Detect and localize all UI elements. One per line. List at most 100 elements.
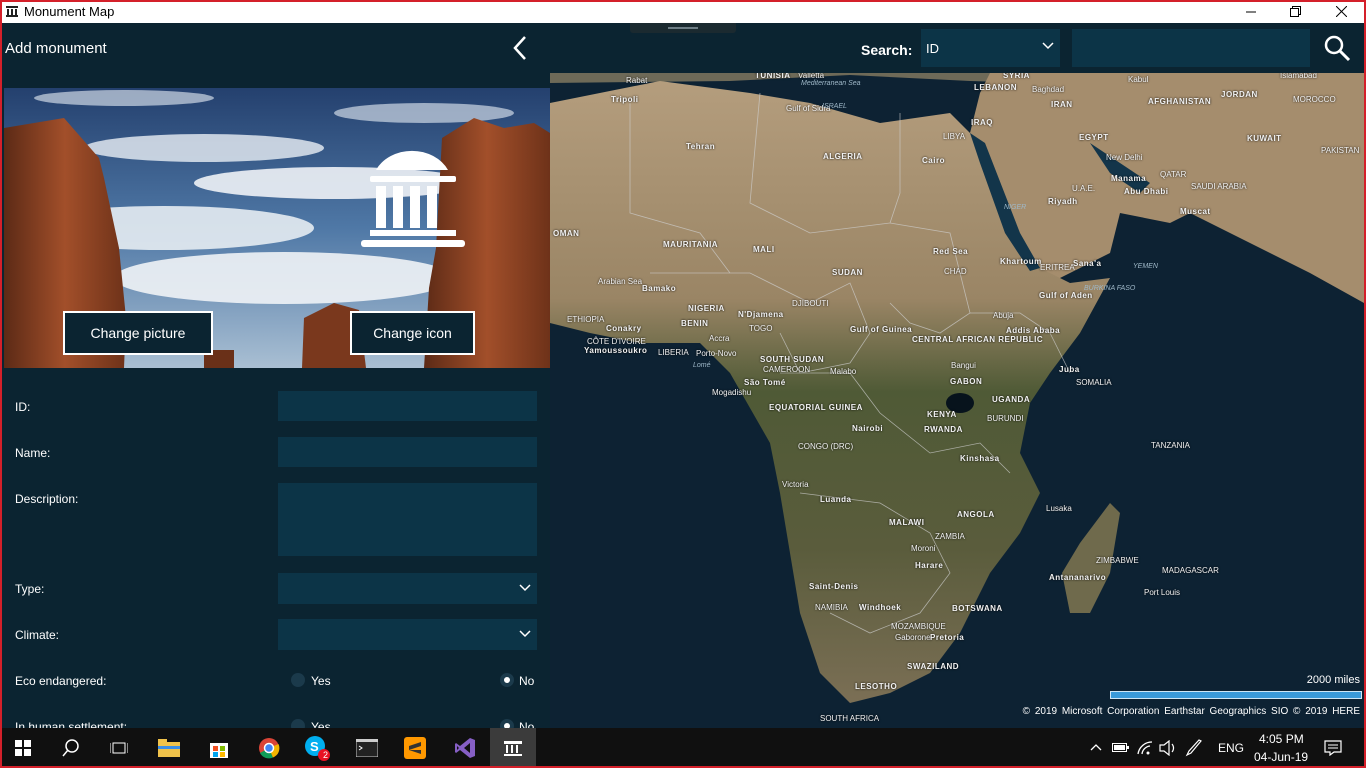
map-place-label: NAMIBIA (815, 603, 848, 612)
map-place-label: BENIN (681, 319, 709, 328)
volume-icon[interactable] (1159, 740, 1177, 756)
input-language[interactable]: ENG (1218, 741, 1244, 755)
map-place-label: ANGOLA (957, 510, 995, 519)
name-label: Name: (15, 446, 51, 460)
map-place-label: TUNISIA (755, 73, 791, 80)
map-place-label: ERITREA (1040, 263, 1075, 272)
map-place-label: Islamabad (1280, 73, 1317, 80)
action-center-icon[interactable] (1324, 740, 1342, 756)
search-icon[interactable] (1322, 33, 1352, 63)
map-place-label: KUWAIT (1247, 134, 1282, 143)
map-place-label: Malabo (830, 367, 857, 376)
minimize-icon (1246, 11, 1256, 12)
monument-map-taskbar-button[interactable] (490, 728, 536, 768)
settlement-no-radio[interactable] (500, 719, 514, 728)
map-place-label: Victoria (782, 480, 809, 489)
chrome-button[interactable] (246, 728, 292, 768)
climate-dropdown[interactable] (278, 619, 537, 650)
id-input[interactable] (278, 391, 537, 421)
chevron-up-icon[interactable] (1090, 742, 1102, 752)
map-place-label: Mogadishu (712, 388, 752, 397)
human-settlement-label: In human settlement: (15, 720, 128, 728)
eco-yes-label: Yes (311, 674, 331, 688)
name-input[interactable] (278, 437, 537, 467)
map-place-label: SUDAN (832, 268, 863, 277)
map-place-label: Gulf of Aden (1039, 291, 1093, 300)
map-place-label: BURUNDI (987, 414, 1024, 423)
settlement-yes-radio[interactable] (291, 719, 305, 728)
skype-button[interactable]: S 2 (294, 728, 340, 768)
start-button[interactable] (0, 728, 46, 768)
map-place-label: LEBANON (974, 83, 1018, 92)
map-place-label: SOUTH AFRICA (820, 714, 880, 723)
task-view-icon (110, 742, 128, 754)
change-picture-button[interactable]: Change picture (63, 311, 213, 355)
window-title: Monument Map (24, 4, 115, 19)
map-place-label: Red Sea (933, 247, 969, 256)
map-copyright: © 2019 Microsoft Corporation Earthstar G… (1022, 706, 1360, 717)
monument-app-icon (6, 6, 18, 17)
map-place-label: ALGERIA (823, 152, 863, 161)
map-place-label: U.A.E. (1072, 184, 1096, 193)
satellite-map[interactable]: TUNISIA Valletta SYRIA Rabat Mediterrane… (550, 73, 1364, 728)
clock-time[interactable]: 4:05 PM (1259, 732, 1304, 746)
chevron-down-icon (1042, 42, 1054, 50)
map-place-label: Conakry (606, 324, 642, 333)
pen-ink-icon[interactable] (1185, 739, 1203, 757)
maximize-button[interactable] (1272, 0, 1318, 23)
search-label: Search: (861, 42, 913, 58)
taskbar-search-button[interactable] (48, 728, 94, 768)
map-place-label: SAUDI ARABIA (1191, 182, 1247, 191)
eco-yes-radio[interactable] (291, 673, 305, 687)
map-place-label: ISRAEL (822, 103, 847, 110)
description-input[interactable] (278, 483, 537, 556)
settlement-no-label: No (519, 720, 535, 728)
map-place-label: LIBYA (943, 132, 966, 141)
description-label: Description: (15, 492, 79, 506)
map-place-label: Windhoek (859, 603, 902, 612)
map-place-label: Kinshasa (960, 454, 1000, 463)
back-chevron-icon[interactable] (510, 35, 532, 61)
map-place-label: LIBERIA (658, 348, 689, 357)
search-field-dropdown[interactable]: ID (921, 29, 1060, 67)
clock-date[interactable]: 04-Jun-19 (1254, 750, 1308, 764)
map-place-label: MADAGASCAR (1162, 566, 1219, 575)
store-button[interactable] (196, 728, 242, 768)
restore-icon (1289, 6, 1301, 17)
svg-text:S: S (310, 739, 319, 754)
map-place-label: Gaborone (895, 633, 931, 642)
map-place-label: DJIBOUTI (792, 299, 829, 308)
map-place-label: OMAN (553, 229, 580, 238)
map-place-label: MOROCCO (1293, 95, 1336, 104)
map-place-label: Rabat (626, 76, 648, 85)
close-button[interactable] (1318, 0, 1364, 23)
file-explorer-button[interactable] (146, 728, 192, 768)
map-place-label: CONGO (DRC) (798, 442, 854, 451)
map-place-label: Moroni (911, 544, 936, 553)
search-input[interactable] (1072, 29, 1310, 67)
battery-icon[interactable] (1112, 741, 1130, 753)
map-place-label: Port Louis (1144, 588, 1181, 597)
map-place-label: Baghdad (1032, 85, 1065, 94)
pane-drag-handle[interactable] (630, 23, 736, 33)
type-dropdown[interactable] (278, 573, 537, 604)
map-place-label: Gulf of Guinea (850, 325, 913, 334)
map-place-label: Juba (1059, 365, 1080, 374)
map-place-label: Lusaka (1046, 504, 1072, 513)
eco-endangered-label: Eco endangered: (15, 674, 107, 688)
map-place-label: Bangui (951, 361, 976, 370)
sublime-text-button[interactable] (392, 728, 438, 768)
visual-studio-button[interactable] (442, 728, 488, 768)
map-place-label: Saint-Denis (809, 582, 859, 591)
wifi-icon[interactable] (1136, 740, 1154, 756)
change-icon-button[interactable]: Change icon (350, 311, 475, 355)
minimize-button[interactable] (1228, 0, 1274, 23)
terminal-button[interactable] (344, 728, 390, 768)
close-icon (1335, 6, 1347, 17)
visual-studio-icon (455, 738, 475, 758)
title-bar[interactable]: Monument Map (0, 0, 1366, 23)
task-view-button[interactable] (96, 728, 142, 768)
eco-no-radio[interactable] (500, 673, 514, 687)
map-place-label: New Delhi (1106, 153, 1143, 162)
map-place-label: N'Djamena (738, 310, 784, 319)
